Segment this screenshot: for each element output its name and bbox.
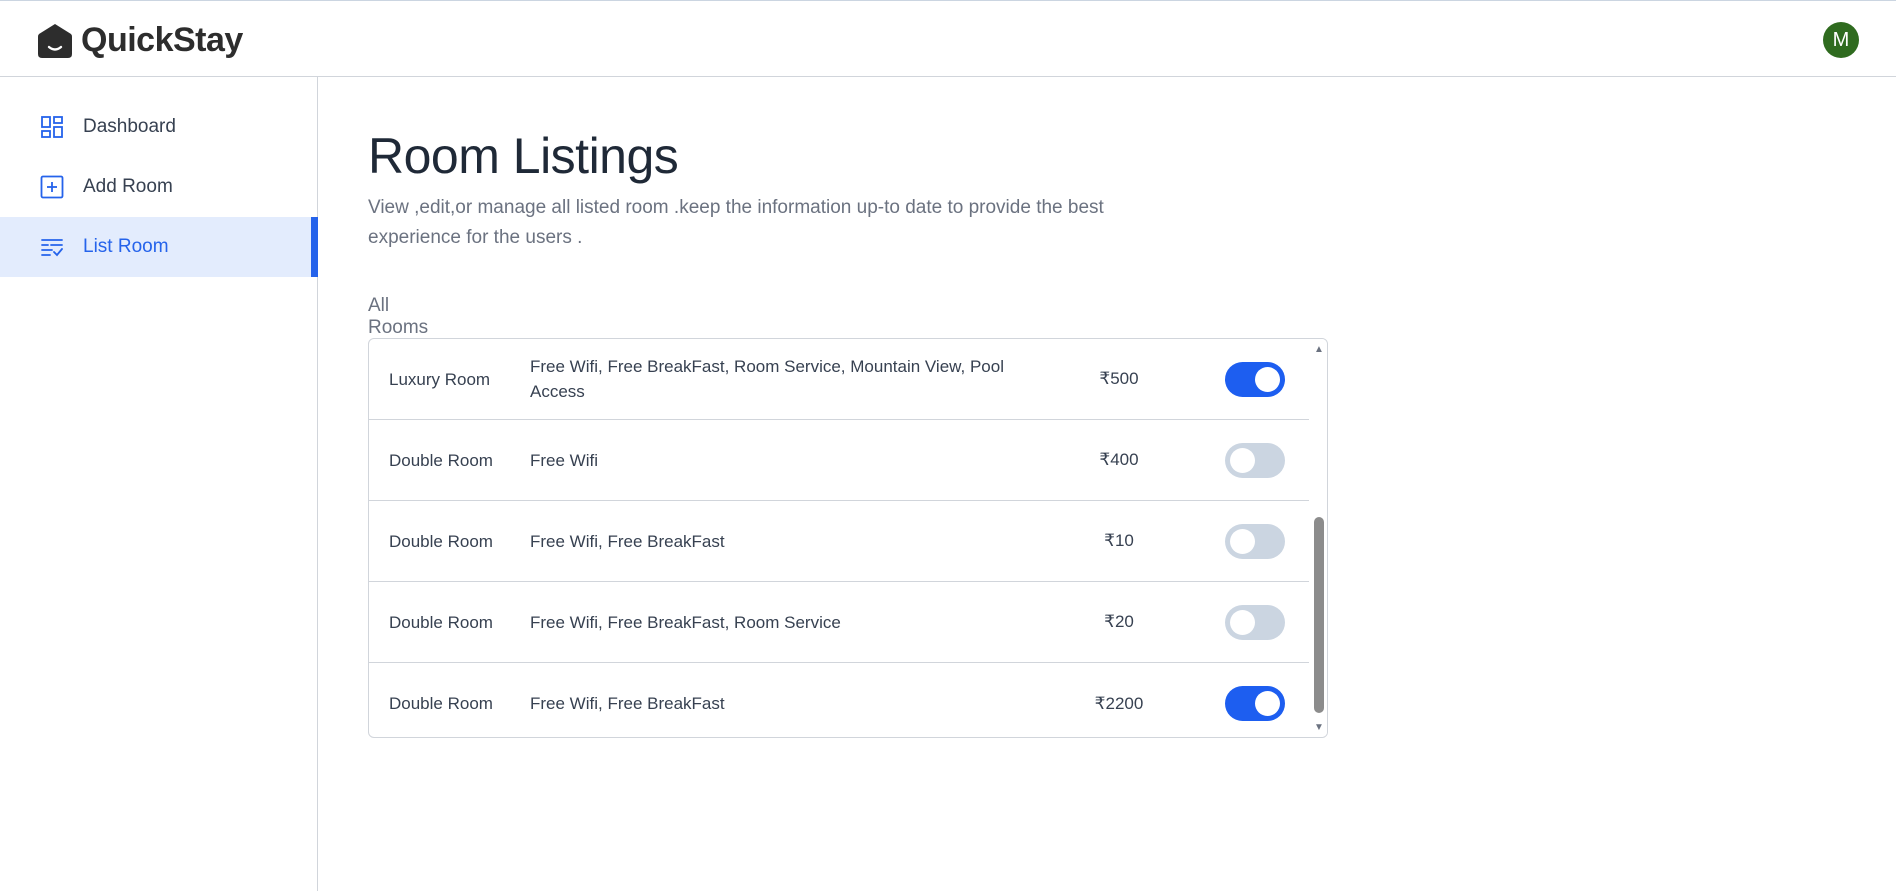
availability-toggle[interactable] (1225, 523, 1285, 559)
toggle-knob (1230, 609, 1255, 635)
room-amenities: Free Wifi, Free BreakFast, Room Service,… (530, 357, 1004, 401)
availability-toggle[interactable] (1225, 604, 1285, 640)
room-amenities: Free Wifi, Free BreakFast (530, 531, 725, 551)
room-amenities: Free Wifi, Free BreakFast (530, 694, 725, 713)
availability-toggle[interactable] (1225, 686, 1285, 721)
room-price: ₹400 (1099, 450, 1139, 469)
table-row: Luxury Room Free Wifi, Free BreakFast, R… (369, 339, 1309, 420)
room-price: ₹500 (1099, 369, 1139, 388)
room-amenities: Free Wifi (530, 450, 598, 470)
room-price: ₹2200 (1094, 693, 1144, 713)
list-check-icon (41, 239, 63, 257)
sidebar-item-list-room[interactable]: List Room (0, 217, 318, 277)
toggle-knob (1255, 366, 1280, 392)
add-square-icon (40, 175, 64, 199)
sidebar-item-label: Add Room (83, 176, 173, 197)
availability-toggle[interactable] (1225, 442, 1285, 478)
table-row: Double Room Free Wifi, Free BreakFast ₹1… (369, 501, 1309, 582)
toggle-knob (1255, 691, 1280, 716)
scrollbar-thumb[interactable] (1314, 517, 1324, 713)
sidebar-item-dashboard[interactable]: Dashboard (0, 97, 318, 157)
room-name: Double Room (389, 450, 493, 470)
sidebar-item-add-room[interactable]: Add Room (0, 157, 318, 217)
section-label: All Rooms (368, 295, 429, 338)
table-row: Double Room Free Wifi, Free BreakFast, R… (369, 582, 1309, 663)
room-name: Double Room (389, 694, 493, 713)
scroll-down-arrow-icon[interactable]: ▼ (1313, 723, 1325, 733)
room-price: ₹10 (1104, 531, 1134, 550)
sidebar-item-label: List Room (83, 236, 169, 257)
scroll-up-arrow-icon[interactable]: ▲ (1313, 345, 1325, 355)
room-name: Double Room (389, 531, 493, 551)
dashboard-icon (41, 116, 63, 138)
page-description: View ,edit,or manage all listed room .ke… (368, 197, 1104, 248)
room-name: Luxury Room (389, 369, 491, 389)
avatar[interactable]: M (1823, 22, 1859, 58)
table-scrollbar[interactable]: ▲ ▼ (1311, 339, 1327, 737)
avatar-initial: M (1832, 28, 1850, 51)
sidebar: Dashboard Add Room List Room (0, 77, 318, 891)
sidebar-item-label: Dashboard (83, 116, 176, 137)
toggle-knob (1230, 528, 1255, 554)
house-logo-icon (38, 23, 72, 58)
room-price: ₹20 (1104, 612, 1134, 631)
toggle-knob (1230, 447, 1255, 473)
rooms-table: Luxury Room Free Wifi, Free BreakFast, R… (368, 338, 1328, 738)
room-name: Double Room (389, 612, 493, 632)
top-navbar: QuickStay M (0, 0, 1896, 77)
table-row: Double Room Free Wifi ₹400 (369, 420, 1309, 501)
logo[interactable]: QuickStay (37, 21, 243, 60)
app-name: QuickStay (81, 21, 243, 59)
table-row: Double Room Free Wifi, Free BreakFast ₹2… (369, 663, 1309, 737)
room-amenities: Free Wifi, Free BreakFast, Room Service (530, 612, 841, 632)
page-title: Room Listings (368, 128, 679, 184)
availability-toggle[interactable] (1225, 361, 1285, 397)
